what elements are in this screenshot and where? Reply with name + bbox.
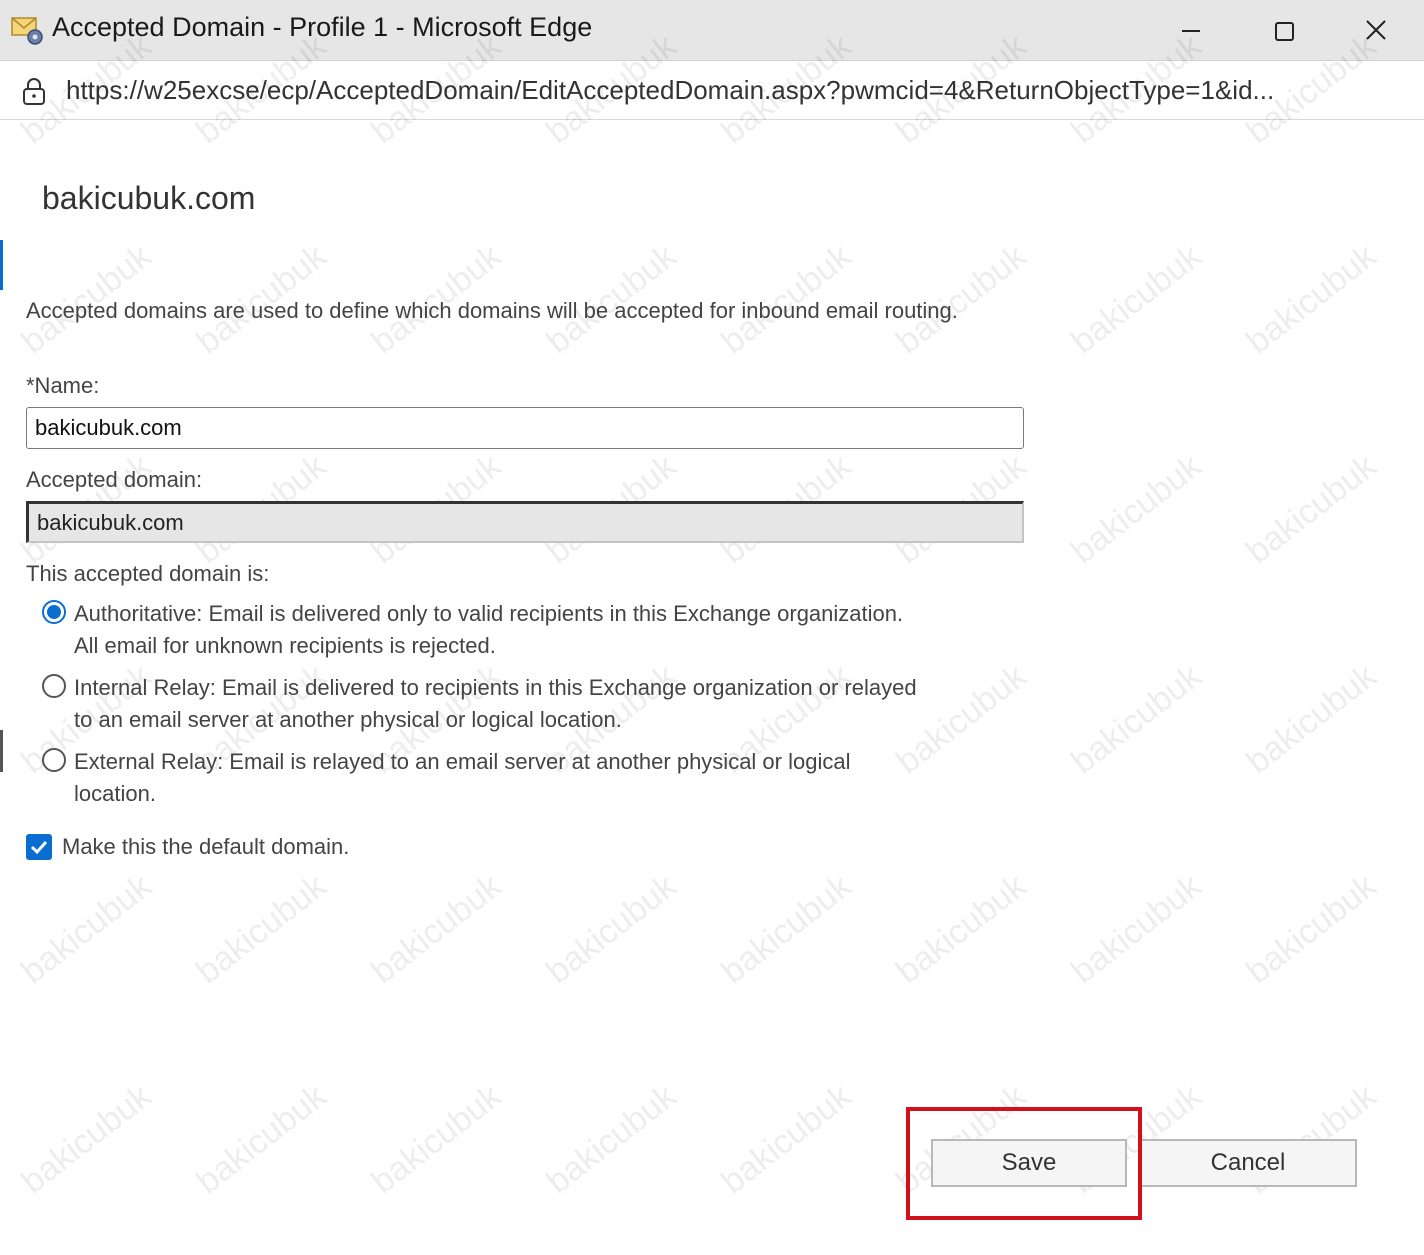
watermark-text: bakicubuk: [714, 1077, 859, 1202]
radio-button-internal-relay[interactable]: [42, 674, 66, 698]
watermark-text: bakicubuk: [1239, 237, 1384, 362]
window-title: Accepted Domain - Profile 1 - Microsoft …: [52, 12, 593, 42]
watermark-text: bakicubuk: [14, 867, 159, 992]
cancel-button[interactable]: Cancel: [1139, 1139, 1357, 1187]
watermark-text: bakicubuk: [364, 867, 509, 992]
watermark-text: bakicubuk: [1064, 447, 1209, 572]
url-text[interactable]: https://w25excse/ecp/AcceptedDomain/Edit…: [66, 75, 1386, 106]
accepted-domain-label: Accepted domain:: [26, 467, 203, 492]
watermark-text: bakicubuk: [14, 1077, 159, 1202]
watermark-text: bakicubuk: [1064, 867, 1209, 992]
watermark-text: bakicubuk: [1239, 867, 1384, 992]
watermark-text: bakicubuk: [714, 867, 859, 992]
page-title: bakicubuk.com: [42, 180, 256, 216]
radio-label-external-relay: External Relay: Email is relayed to an e…: [74, 749, 851, 806]
radio-option-authoritative[interactable]: Authoritative: Email is delivered only t…: [40, 598, 920, 664]
minimize-button[interactable]: [1168, 8, 1214, 54]
watermark-text: bakicubuk: [189, 1077, 334, 1202]
watermark-text: bakicubuk: [889, 867, 1034, 992]
checkmark-icon: [30, 840, 48, 855]
maximize-button[interactable]: [1262, 8, 1308, 54]
left-edge-marker: [0, 730, 3, 772]
save-button[interactable]: Save: [931, 1139, 1127, 1187]
watermark-text: bakicubuk: [539, 1077, 684, 1202]
maximize-icon: [1275, 22, 1294, 41]
watermark-text: bakicubuk: [1064, 657, 1209, 782]
radio-label-internal-relay: Internal Relay: Email is delivered to re…: [74, 675, 917, 732]
minimize-icon: [1182, 30, 1200, 32]
radio-option-internal-relay[interactable]: Internal Relay: Email is delivered to re…: [40, 672, 920, 738]
left-edge-accent: [0, 240, 3, 290]
default-domain-checkbox[interactable]: [26, 834, 52, 860]
close-button[interactable]: [1354, 8, 1400, 54]
radio-label-authoritative: Authoritative: Email is delivered only t…: [74, 601, 904, 658]
watermark-text: bakicubuk: [1239, 657, 1384, 782]
close-icon: [1366, 20, 1386, 40]
accepted-domain-field: [26, 501, 1024, 543]
watermark-text: bakicubuk: [364, 1077, 509, 1202]
radio-button-external-relay[interactable]: [42, 748, 66, 772]
page-description: Accepted domains are used to define whic…: [26, 298, 958, 323]
watermark-text: bakicubuk: [539, 867, 684, 992]
name-input[interactable]: [26, 407, 1024, 449]
lock-icon[interactable]: [20, 76, 48, 106]
default-domain-label[interactable]: Make this the default domain.: [62, 834, 349, 860]
radio-button-authoritative[interactable]: [42, 600, 66, 624]
watermark-text: bakicubuk: [1064, 237, 1209, 362]
domain-type-label: This accepted domain is:: [26, 561, 270, 586]
exchange-mail-icon: [10, 14, 44, 46]
watermark-text: bakicubuk: [1239, 447, 1384, 572]
name-label: *Name:: [26, 373, 100, 398]
watermark-text: bakicubuk: [189, 867, 334, 992]
radio-option-external-relay[interactable]: External Relay: Email is relayed to an e…: [40, 746, 920, 812]
